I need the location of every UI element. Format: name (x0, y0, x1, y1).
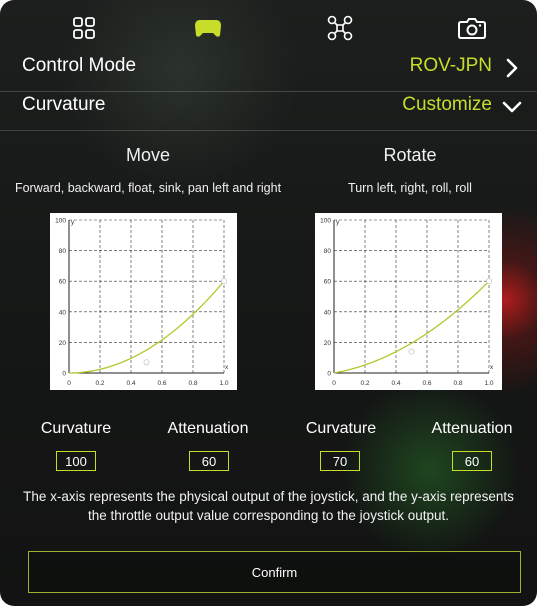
camera-icon (458, 18, 486, 39)
move-attenuation-input[interactable] (189, 451, 229, 471)
y-tick-label: 20 (59, 340, 67, 347)
x-tick-label: 0.4 (391, 380, 400, 387)
gamepad-icon (195, 20, 221, 37)
y-tick-label: 80 (59, 248, 67, 255)
move-chart: 0 0.2 0.4 0.6 0.8 1.0 0 20 40 60 80 100 x y (50, 213, 237, 390)
tab-control[interactable] (190, 14, 226, 42)
y-tick-label: 20 (324, 340, 332, 347)
x-tick-label: 0.2 (360, 380, 369, 387)
y-tick-label: 0 (62, 371, 66, 378)
x-tick-label: 0.8 (453, 380, 462, 387)
y-tick-label: 60 (324, 279, 332, 286)
rotate-curvature-label: Curvature (305, 420, 377, 437)
curvature-label: Curvature (22, 94, 106, 115)
y-tick-label: 100 (55, 218, 66, 225)
response-curve (68, 280, 225, 374)
current-point-marker (408, 348, 415, 355)
chevron-down-icon (502, 101, 522, 113)
curvature-settings-panel: Control Mode ROV-JPN Curvature Customize… (0, 0, 537, 606)
y-tick-label: 0 (327, 371, 331, 378)
grid-icon (73, 17, 95, 39)
x-tick-label: 0.8 (188, 380, 197, 387)
drone-icon (327, 15, 353, 41)
axis-explanation-note: The x-axis represents the physical outpu… (23, 489, 514, 523)
response-curve (333, 280, 490, 374)
y-tick-label: 40 (59, 309, 67, 316)
rotate-chart: 0 0.2 0.4 0.6 0.8 1.0 0 20 40 60 80 100 x y (315, 213, 502, 390)
x-tick-label: 0.6 (422, 380, 431, 387)
move-chart-description: Forward, backward, float, sink, pan left… (14, 181, 282, 195)
move-curvature-label: Curvature (40, 420, 112, 437)
x-tick-label: 0 (332, 380, 336, 387)
curvature-value: Customize (402, 94, 492, 115)
x-tick-label: 0 (67, 380, 71, 387)
rotate-attenuation-input[interactable] (452, 451, 492, 471)
rotate-chart-title: Rotate (383, 145, 437, 165)
control-mode-value: ROV-JPN (409, 55, 492, 76)
y-tick-label: 60 (59, 279, 67, 286)
x-tick-label: 0.4 (126, 380, 135, 387)
x-tick-label: 1.0 (484, 380, 493, 387)
x-axis-label: x (225, 364, 229, 371)
rotate-chart-svg: 0 0.2 0.4 0.6 0.8 1.0020406080100xy (320, 218, 494, 388)
end-point-marker (486, 278, 492, 285)
move-chart-svg: 0 0.2 0.4 0.6 0.8 1.0020406080100xy (55, 218, 229, 388)
x-axis-label: x (490, 364, 494, 371)
rotate-curvature-input[interactable] (320, 451, 360, 471)
move-attenuation-label: Attenuation (167, 420, 249, 437)
tab-camera[interactable] (454, 14, 490, 42)
x-tick-label: 0.2 (95, 380, 104, 387)
end-point-marker (221, 278, 227, 285)
chevron-right-icon (506, 58, 518, 78)
y-tick-label: 40 (324, 309, 332, 316)
y-tick-label: 100 (320, 218, 331, 225)
x-tick-label: 0.6 (157, 380, 166, 387)
move-chart-title: Move (125, 145, 170, 165)
rotate-chart-description: Turn left, right, roll, roll (348, 181, 472, 195)
move-curvature-input[interactable] (56, 451, 96, 471)
tab-general[interactable] (66, 14, 102, 42)
control-mode-label: Control Mode (22, 55, 137, 76)
current-point-marker (143, 359, 150, 366)
y-tick-label: 80 (324, 248, 332, 255)
tab-drone[interactable] (322, 14, 358, 42)
confirm-button[interactable]: Confirm (28, 551, 521, 593)
curvature-row[interactable]: Curvature Customize (0, 84, 537, 131)
rotate-attenuation-label: Attenuation (431, 420, 513, 437)
x-tick-label: 1.0 (219, 380, 228, 387)
